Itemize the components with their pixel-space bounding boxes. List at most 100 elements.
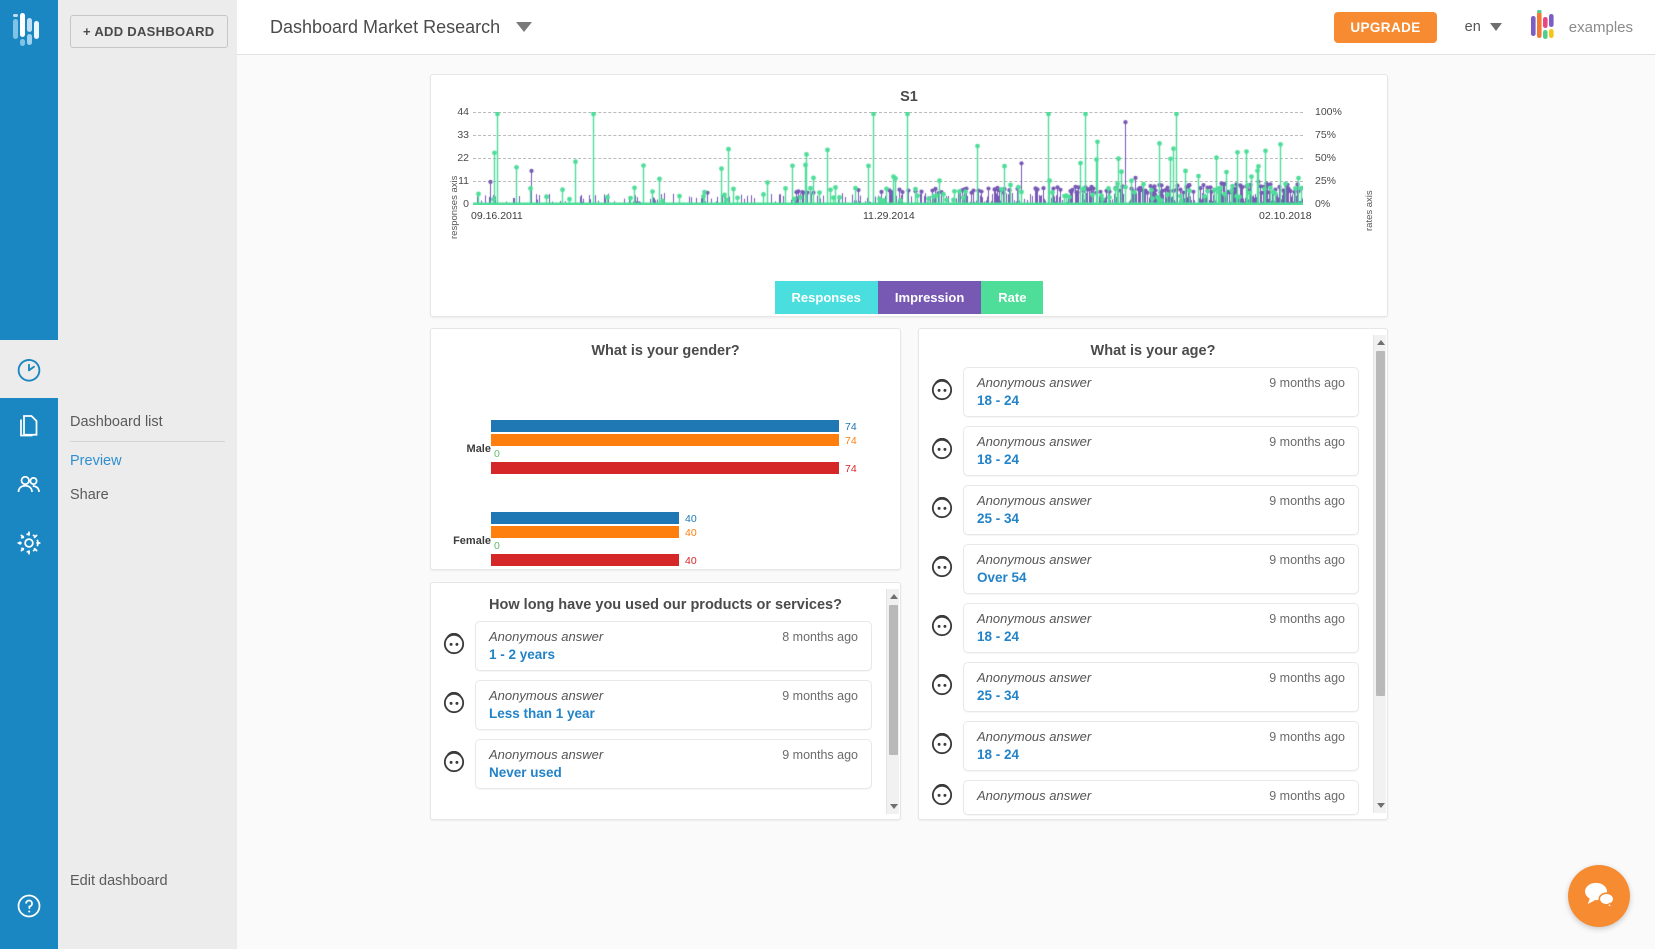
gender-plot-area: Male 74 74 0 74 Female 40 40 0 40 (431, 387, 900, 557)
bar-female-orange[interactable] (491, 526, 679, 538)
sidebar-item-preview[interactable]: Preview (58, 444, 237, 478)
list-item[interactable]: Anonymous answer25 - 349 months ago (919, 485, 1373, 535)
answer-main: Anonymous answerNever used (489, 747, 782, 780)
bar-male-orange[interactable] (491, 434, 839, 446)
usage-panel-title: How long have you used our products or s… (431, 583, 900, 613)
answer-value: 18 - 24 (977, 629, 1269, 644)
list-item[interactable]: Anonymous answer1 - 2 years8 months ago (431, 621, 886, 671)
answer-box[interactable]: Anonymous answer18 - 249 months ago (963, 426, 1359, 476)
scroll-up-icon[interactable] (1377, 340, 1385, 345)
legend-responses[interactable]: Responses (775, 281, 878, 314)
y2-tick-75: 75% (1315, 129, 1349, 141)
answer-box[interactable]: Anonymous answer18 - 249 months ago (963, 721, 1359, 771)
add-dashboard-button[interactable]: + ADD DASHBOARD (70, 15, 228, 48)
scroll-down-icon[interactable] (890, 804, 898, 809)
answer-timestamp: 9 months ago (1269, 788, 1345, 803)
age-answers-card: What is your age? Anonymous answer18 - 2… (918, 328, 1388, 820)
help-button[interactable] (0, 879, 58, 937)
answer-value: Never used (489, 765, 782, 780)
dashboard-content: S1 responses axis rates axis 44 33 22 11… (237, 55, 1655, 949)
timeseries-chart-card: S1 responses axis rates axis 44 33 22 11… (430, 74, 1388, 317)
answer-timestamp: 9 months ago (1269, 670, 1345, 685)
bar-male-blue[interactable] (491, 420, 839, 432)
account-menu[interactable]: examples (1530, 10, 1633, 45)
answer-author: Anonymous answer (977, 611, 1269, 626)
list-item[interactable]: Anonymous answer25 - 349 months ago (919, 662, 1373, 712)
legend-impression[interactable]: Impression (878, 281, 981, 314)
page-title: Dashboard Market Research (270, 17, 500, 38)
app-root: + ADD DASHBOARD Dashboard list Preview S… (0, 0, 1655, 949)
answer-timestamp: 9 months ago (1269, 434, 1345, 449)
sidebar-item-dashboard-list[interactable]: Dashboard list (58, 405, 237, 439)
documents-icon (14, 412, 44, 442)
answer-box[interactable]: Anonymous answer25 - 349 months ago (963, 662, 1359, 712)
avatar-icon (443, 692, 465, 719)
language-selector[interactable]: en (1465, 19, 1502, 35)
answer-timestamp: 9 months ago (1269, 552, 1345, 567)
age-panel-title: What is your age? (919, 329, 1387, 359)
bar-value-male-red: 74 (845, 463, 857, 475)
sidebar-item-settings[interactable] (0, 514, 58, 572)
answer-box[interactable]: Anonymous answerLess than 1 year9 months… (475, 680, 872, 730)
list-item[interactable]: Anonymous answer9 months ago (919, 780, 1373, 815)
answer-box[interactable]: Anonymous answerOver 549 months ago (963, 544, 1359, 594)
topbar-actions: UPGRADE en examples (1334, 10, 1655, 45)
answer-value: 18 - 24 (977, 393, 1269, 408)
answer-box[interactable]: Anonymous answer25 - 349 months ago (963, 485, 1359, 535)
chart-canvas[interactable] (473, 112, 1303, 205)
scroll-up-icon[interactable] (890, 594, 898, 599)
sidebar-item-share[interactable]: Share (58, 478, 237, 512)
list-item[interactable]: Anonymous answer18 - 249 months ago (919, 426, 1373, 476)
list-item[interactable]: Anonymous answer 18 - 249 months ago (919, 603, 1373, 653)
list-item[interactable]: Anonymous answerLess than 1 year9 months… (431, 680, 886, 730)
list-item[interactable]: Anonymous answerOver 549 months ago (919, 544, 1373, 594)
answer-main: Anonymous answer18 - 24 (977, 729, 1269, 762)
y-tick-33: 33 (445, 129, 469, 141)
age-list-scrollbar[interactable] (1373, 335, 1386, 813)
bar-value-female-green: 0 (494, 540, 500, 552)
scroll-thumb[interactable] (889, 605, 898, 755)
answer-box[interactable]: Anonymous answer9 months ago (963, 780, 1359, 815)
usage-list-scrollbar[interactable] (886, 589, 899, 814)
chevron-down-icon[interactable] (516, 22, 532, 32)
sidebar-item-users[interactable] (0, 456, 58, 514)
gender-chart-title: What is your gender? (431, 329, 900, 359)
list-item[interactable]: Anonymous answer18 - 249 months ago (919, 721, 1373, 771)
scroll-down-icon[interactable] (1377, 803, 1385, 808)
bar-logo-icon[interactable] (0, 0, 58, 58)
answer-author: Anonymous answer (977, 552, 1269, 567)
bar-female-red[interactable] (491, 554, 679, 566)
upgrade-button[interactable]: UPGRADE (1334, 12, 1436, 43)
answer-box[interactable]: Anonymous answer 18 - 249 months ago (963, 603, 1359, 653)
bar-value-male-blue: 74 (845, 421, 857, 433)
legend-rate[interactable]: Rate (981, 281, 1043, 314)
list-item[interactable]: Anonymous answerNever used9 months ago (431, 739, 886, 789)
answer-main: Anonymous answerOver 54 (977, 552, 1269, 585)
gender-chart-card: What is your gender? Male 74 74 0 74 Fem… (430, 328, 901, 570)
scroll-thumb[interactable] (1376, 351, 1385, 696)
y2-axis-title: rates axis (1364, 151, 1375, 231)
help-icon (14, 891, 44, 926)
list-item[interactable]: Anonymous answer18 - 249 months ago (919, 367, 1373, 417)
sidebar-item-documents[interactable] (0, 398, 58, 456)
topbar: Dashboard Market Research UPGRADE en (237, 0, 1655, 55)
bar-male-red[interactable] (491, 462, 839, 474)
answer-box[interactable]: Anonymous answer18 - 249 months ago (963, 367, 1359, 417)
edit-dashboard-link[interactable]: Edit dashboard (70, 873, 168, 889)
avatar-icon (931, 438, 953, 465)
avatar-icon (931, 674, 953, 701)
bar-female-blue[interactable] (491, 512, 679, 524)
answer-value: 18 - 24 (977, 452, 1269, 467)
answer-author: Anonymous answer (977, 729, 1269, 744)
chat-button[interactable] (1568, 865, 1630, 927)
avatar-icon (443, 633, 465, 660)
sidebar-item-dashboards[interactable] (0, 340, 58, 398)
chat-bubbles-icon (1582, 879, 1616, 914)
answer-main: Anonymous answer (977, 788, 1269, 806)
bar-value-female-red: 40 (685, 555, 697, 567)
answer-timestamp: 9 months ago (1269, 611, 1345, 626)
answer-box[interactable]: Anonymous answer1 - 2 years8 months ago (475, 621, 872, 671)
bar-value-female-blue: 40 (685, 513, 697, 525)
answer-box[interactable]: Anonymous answerNever used9 months ago (475, 739, 872, 789)
chevron-down-icon (1490, 23, 1502, 31)
